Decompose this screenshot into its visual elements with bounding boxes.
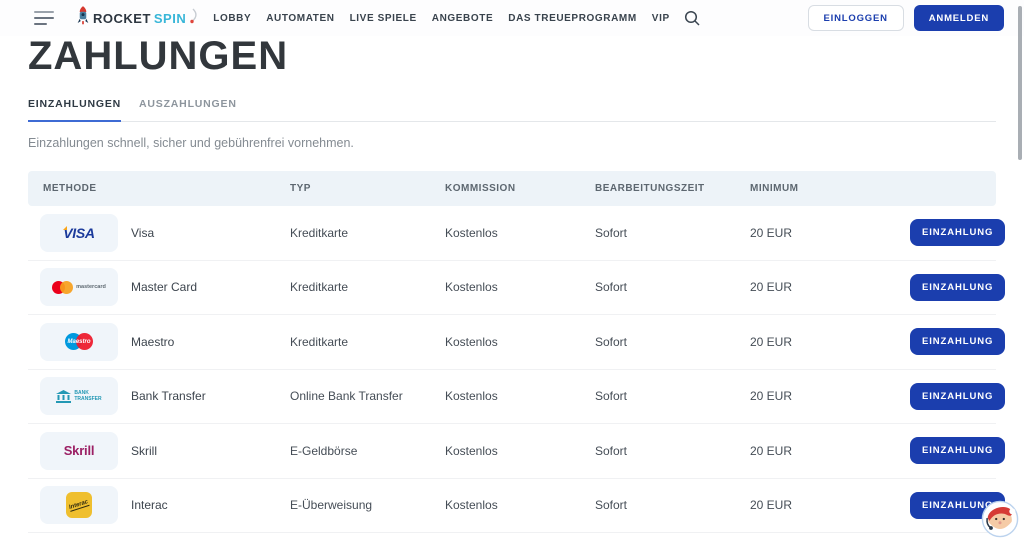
payment-row-master-card: mastercard Master Card KreditkarteKostenlo… <box>28 261 996 316</box>
method-logo-badge: Maestro <box>40 323 118 361</box>
table-header-row: METHODETYPKOMMISSIONBEARBEITUNGSZEITMINI… <box>28 171 996 206</box>
page-title: ZAHLUNGEN <box>28 36 996 76</box>
method-logo-badge: Skrill <box>40 432 118 470</box>
action-cell: EINZAHLUNG <box>910 274 1013 301</box>
action-cell: EINZAHLUNG <box>910 328 1013 355</box>
bearbeitungszeit-cell: Sofort <box>595 335 750 349</box>
nav-item-vip[interactable]: VIP <box>652 13 670 24</box>
brand-name-part2: SPIN <box>154 11 186 26</box>
method-name: Bank Transfer <box>131 389 206 403</box>
payment-row-interac: Interac Interac E-ÜberweisungKostenlosSofo… <box>28 479 996 534</box>
bearbeitungszeit-cell: Sofort <box>595 226 750 240</box>
tab-einzahlungen[interactable]: EINZAHLUNGEN <box>28 98 121 122</box>
typ-cell: E-Geldbörse <box>290 444 445 458</box>
kommission-cell: Kostenlos <box>445 498 595 512</box>
app: ROCKETSPIN LOBBY AUTOMATEN LIVE SPIELE ANGE… <box>0 0 1024 540</box>
deposit-button[interactable]: EINZAHLUNG <box>910 219 1005 246</box>
register-button[interactable]: ANMELDEN <box>914 5 1004 31</box>
method-cell: BANKTRANSFER Bank Transfer <box>28 377 290 415</box>
minimum-cell: 20 EUR <box>750 280 910 294</box>
payment-row-skrill: Skrill Skrill E-GeldbörseKostenlosSofort20… <box>28 424 996 479</box>
main-nav: LOBBY AUTOMATEN LIVE SPIELE ANGEBOTE DAS TRE… <box>213 13 669 24</box>
method-name: Maestro <box>131 335 174 349</box>
brand-logo[interactable]: ROCKETSPIN <box>76 6 197 30</box>
deposit-button[interactable]: EINZAHLUNG <box>910 328 1005 355</box>
minimum-cell: 20 EUR <box>750 335 910 349</box>
typ-cell: Kreditkarte <box>290 226 445 240</box>
method-cell: mastercard Master Card <box>28 268 290 306</box>
skrill-logo: Skrill <box>64 443 95 458</box>
method-cell: Interac Interac <box>28 486 290 524</box>
column-header-minimum: MINIMUM <box>750 183 910 194</box>
kommission-cell: Kostenlos <box>445 335 595 349</box>
tab-auszahlungen[interactable]: AUSZAHLUNGEN <box>139 98 237 122</box>
typ-cell: Online Bank Transfer <box>290 389 445 403</box>
kommission-cell: Kostenlos <box>445 226 595 240</box>
deposit-button[interactable]: EINZAHLUNG <box>910 383 1005 410</box>
deposit-button[interactable]: EINZAHLUNG <box>910 274 1005 301</box>
rocket-icon <box>76 6 90 30</box>
page-content: ZAHLUNGEN EINZAHLUNGEN AUSZAHLUNGEN Einza… <box>0 36 1024 533</box>
method-cell: VISA Visa <box>28 214 290 252</box>
payment-row-bank-transfer: BANKTRANSFER Bank Transfer Online Bank Tra… <box>28 370 996 425</box>
payment-row-visa: VISA Visa KreditkarteKostenlosSofort20 EUR… <box>28 206 996 261</box>
kommission-cell: Kostenlos <box>445 389 595 403</box>
menu-icon[interactable] <box>34 11 54 25</box>
minimum-cell: 20 EUR <box>750 389 910 403</box>
method-name: Master Card <box>131 280 197 294</box>
bearbeitungszeit-cell: Sofort <box>595 444 750 458</box>
minimum-cell: 20 EUR <box>750 226 910 240</box>
nav-item-automaten[interactable]: AUTOMATEN <box>266 13 334 24</box>
minimum-cell: 20 EUR <box>750 444 910 458</box>
method-cell: Skrill Skrill <box>28 432 290 470</box>
kommission-cell: Kostenlos <box>445 444 595 458</box>
method-name: Visa <box>131 226 154 240</box>
typ-cell: Kreditkarte <box>290 280 445 294</box>
method-name: Skrill <box>131 444 157 458</box>
mastercard-logo: mastercard <box>52 281 106 294</box>
rocket-trail-icon <box>189 8 197 29</box>
column-header-typ: TYP <box>290 183 445 194</box>
typ-cell: E-Überweisung <box>290 498 445 512</box>
bearbeitungszeit-cell: Sofort <box>595 280 750 294</box>
login-button[interactable]: EINLOGGEN <box>808 5 904 31</box>
nav-item-lobby[interactable]: LOBBY <box>213 13 251 24</box>
payment-row-maestro: Maestro Maestro KreditkarteKostenlosSofort… <box>28 315 996 370</box>
bearbeitungszeit-cell: Sofort <box>595 498 750 512</box>
nav-item-angebote[interactable]: ANGEBOTE <box>432 13 493 24</box>
payment-tabs: EINZAHLUNGEN AUSZAHLUNGEN <box>28 98 996 122</box>
method-logo-badge: VISA <box>40 214 118 252</box>
minimum-cell: 20 EUR <box>750 498 910 512</box>
column-header-kommission: KOMMISSION <box>445 183 595 194</box>
top-nav-bar: ROCKETSPIN LOBBY AUTOMATEN LIVE SPIELE ANGE… <box>0 0 1024 36</box>
column-header-bearbeitungszeit: BEARBEITUNGSZEIT <box>595 183 750 194</box>
scrollbar-thumb[interactable] <box>1018 6 1022 160</box>
typ-cell: Kreditkarte <box>290 335 445 349</box>
method-logo-badge: Interac <box>40 486 118 524</box>
search-icon[interactable] <box>684 10 700 26</box>
method-logo-badge: mastercard <box>40 268 118 306</box>
bank-transfer-logo: BANKTRANSFER <box>56 390 101 403</box>
kommission-cell: Kostenlos <box>445 280 595 294</box>
maestro-logo: Maestro <box>65 333 93 350</box>
nav-item-das-treueprogramm[interactable]: DAS TREUEPROGRAMM <box>508 13 637 24</box>
action-cell: EINZAHLUNG <box>910 437 1013 464</box>
action-cell: EINZAHLUNG <box>910 219 1013 246</box>
table-body: VISAVisaKreditkarteKostenlosSofort20 EUR… <box>28 206 996 533</box>
visa-logo: VISA <box>63 225 94 241</box>
method-name: Interac <box>131 498 168 512</box>
interac-logo: Interac <box>66 492 92 518</box>
nav-item-live-spiele[interactable]: LIVE SPIELE <box>350 13 417 24</box>
brand-name-part1: ROCKET <box>93 11 151 26</box>
method-cell: Maestro Maestro <box>28 323 290 361</box>
column-header-methode: METHODE <box>28 183 290 194</box>
bearbeitungszeit-cell: Sofort <box>595 389 750 403</box>
action-cell: EINZAHLUNG <box>910 383 1013 410</box>
page-description: Einzahlungen schnell, sicher und gebühre… <box>28 136 996 150</box>
method-logo-badge: BANKTRANSFER <box>40 377 118 415</box>
payments-table: METHODETYPKOMMISSIONBEARBEITUNGSZEITMINI… <box>28 171 996 533</box>
deposit-button[interactable]: EINZAHLUNG <box>910 437 1005 464</box>
support-chat-widget[interactable] <box>981 500 1019 538</box>
